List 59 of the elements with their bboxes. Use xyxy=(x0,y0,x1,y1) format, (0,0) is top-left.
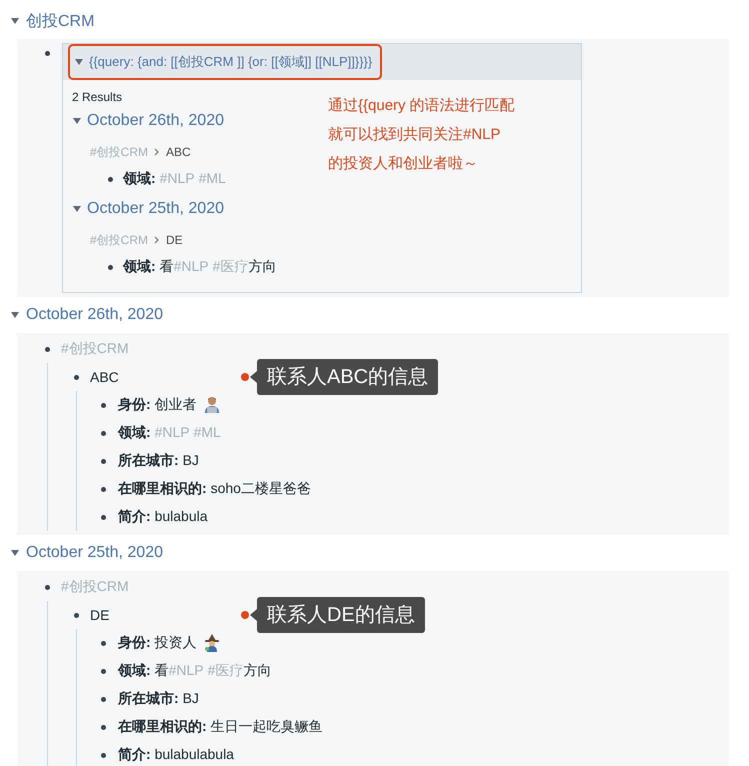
property-text: 身份: 投资人 xyxy=(118,634,197,652)
bullet-icon xyxy=(74,612,79,618)
person-laptop-icon xyxy=(202,396,221,414)
breadcrumb-item[interactable]: ABC xyxy=(166,145,191,159)
bullet-icon xyxy=(101,668,106,674)
bullet-icon xyxy=(101,458,106,464)
bullet-icon xyxy=(101,696,106,702)
property-text: 简介: bulabula xyxy=(118,508,208,526)
person-hat-icon xyxy=(202,634,221,652)
callout-pointer-icon xyxy=(250,371,257,383)
property-text: 所在城市: BJ xyxy=(118,690,199,708)
bullet-icon xyxy=(74,374,79,380)
callout-pointer-icon xyxy=(250,609,257,621)
bullet-icon xyxy=(108,176,113,182)
bullet-icon xyxy=(101,486,106,492)
contact-name: DE xyxy=(90,607,110,623)
property-text: 简介: bulabulabula xyxy=(118,746,234,764)
bullet-icon xyxy=(101,724,106,730)
caret-icon[interactable] xyxy=(74,58,84,66)
caret-icon[interactable] xyxy=(72,117,82,125)
caret-icon[interactable] xyxy=(72,205,82,213)
date-link[interactable]: October 26th, 2020 xyxy=(87,112,224,130)
page-title: 创投CRM xyxy=(26,12,94,32)
marker-dot xyxy=(241,373,249,381)
bullet-icon xyxy=(101,514,106,520)
property-text: 领域: #NLP #ML xyxy=(123,170,226,188)
bullet-icon xyxy=(45,584,50,590)
property-text: 身份: 创业者 xyxy=(118,396,197,414)
result-count: 2 Results xyxy=(72,90,124,104)
bullet-icon xyxy=(45,346,50,352)
property-text: 在哪里相识的: 生日一起吃臭鳜鱼 xyxy=(118,718,323,736)
bullet-icon xyxy=(101,752,106,758)
marker-dot xyxy=(241,611,249,619)
date-title[interactable]: October 26th, 2020 xyxy=(26,306,163,324)
property-text: 领域: 看#NLP #医疗方向 xyxy=(118,662,272,680)
property-text: 领域: #NLP #ML xyxy=(118,424,221,442)
bullet-icon xyxy=(101,430,106,436)
property-text: 所在城市: BJ xyxy=(118,452,199,470)
bullet-icon xyxy=(101,402,106,408)
chevron-icon xyxy=(154,236,160,244)
annotation-text: 通过{{query 的语法进行匹配 xyxy=(328,96,515,116)
property-text: 领域: 看#NLP #医疗方向 xyxy=(123,258,276,276)
date-link[interactable]: October 25th, 2020 xyxy=(87,200,224,218)
bullet-icon xyxy=(108,264,113,270)
contact-name: ABC xyxy=(90,369,119,385)
annotation-text: 就可以找到共同关注#NLP xyxy=(328,125,502,145)
bullet-icon xyxy=(45,51,50,56)
query-text: {{query: {and: [[创投CRM ]] {or: [[领域]] [[NLP]]}}}} xyxy=(89,53,372,71)
annotation-text: 的投资人和创业者啦～ xyxy=(328,154,479,174)
caret-icon[interactable] xyxy=(10,549,20,557)
chevron-icon xyxy=(154,148,160,156)
caret-icon[interactable] xyxy=(10,17,20,25)
callout-tooltip: 联系人DE的信息 xyxy=(257,597,425,633)
breadcrumb-item[interactable]: DE xyxy=(166,233,183,247)
caret-icon[interactable] xyxy=(10,311,20,319)
bullet-icon xyxy=(101,640,106,646)
date-title[interactable]: October 25th, 2020 xyxy=(26,544,163,562)
callout-tooltip: 联系人ABC的信息 xyxy=(257,359,438,395)
property-text: 在哪里相识的: soho二楼星爸爸 xyxy=(118,480,311,498)
